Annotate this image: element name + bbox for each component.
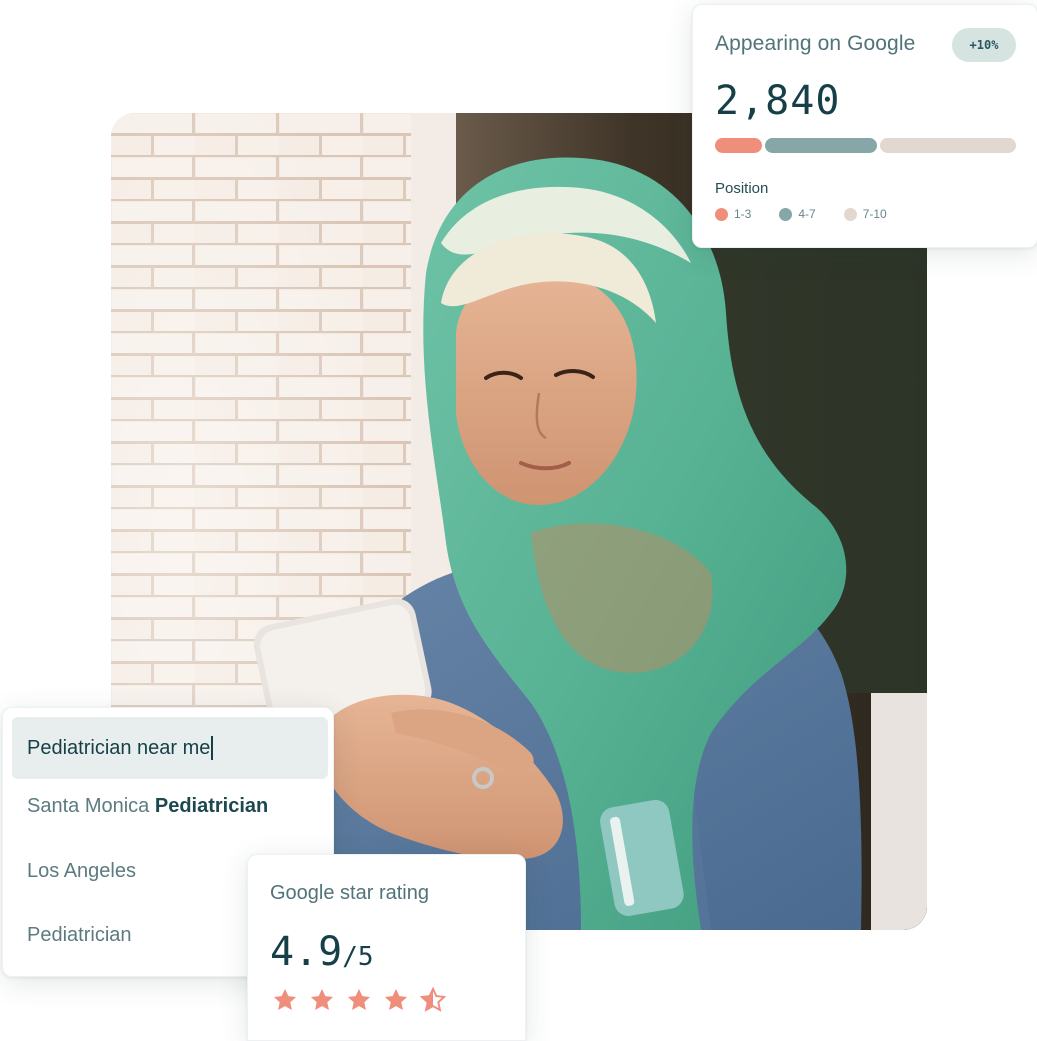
position-distribution-bar: [715, 138, 1017, 153]
rating-score: 4.9: [270, 929, 343, 975]
change-badge: +10%: [952, 28, 1016, 62]
suggestion-text: Santa Monica: [27, 795, 155, 817]
position-segment-7-10: [880, 138, 1016, 153]
position-legend: 1-3 4-7 7-10: [715, 207, 887, 221]
rating-value: 4.9/5: [270, 929, 374, 975]
legend-item: 7-10: [843, 207, 887, 221]
star-full-icon: [310, 988, 334, 1010]
suggestion-text: Pediatrician: [27, 924, 132, 946]
rating-max: /5: [342, 942, 374, 972]
appearances-count: 2,840: [715, 78, 841, 124]
position-segment-1-3: [715, 138, 762, 153]
star-full-icon: [347, 988, 371, 1010]
legend-label: 7-10: [862, 207, 887, 221]
legend-item: 4-7: [779, 207, 816, 221]
legend-dot-icon: [715, 207, 728, 221]
legend-dot-icon: [843, 207, 857, 221]
position-segment-4-7: [765, 138, 877, 153]
legend-dot-icon: [779, 207, 793, 221]
legend-label: 4-7: [798, 207, 816, 221]
search-query: Pediatrician near me: [27, 736, 211, 759]
card-title: Google star rating: [270, 882, 429, 904]
suggestion-item[interactable]: Los Angeles: [27, 860, 136, 883]
legend-item: 1-3: [715, 207, 751, 221]
text-caret: [211, 736, 214, 760]
legend-label: 1-3: [734, 207, 752, 221]
position-label: Position: [715, 180, 769, 197]
suggestion-item[interactable]: Santa Monica Pediatrician: [27, 795, 268, 818]
star-half-icon: [420, 987, 446, 1012]
suggestion-highlight: Pediatrician: [154, 795, 269, 817]
star-row: [272, 987, 446, 1013]
suggestion-item[interactable]: Pediatrician: [27, 924, 132, 947]
google-star-rating-card: Google star rating 4.9/5: [247, 854, 526, 1041]
suggestion-text: Los Angeles: [27, 860, 136, 882]
star-full-icon: [384, 988, 408, 1010]
card-title: Appearing on Google: [715, 32, 916, 55]
search-input[interactable]: Pediatrician near me: [12, 717, 328, 779]
appearing-on-google-card: Appearing on Google +10% 2,840 Position …: [692, 4, 1037, 248]
star-full-icon: [273, 988, 297, 1010]
